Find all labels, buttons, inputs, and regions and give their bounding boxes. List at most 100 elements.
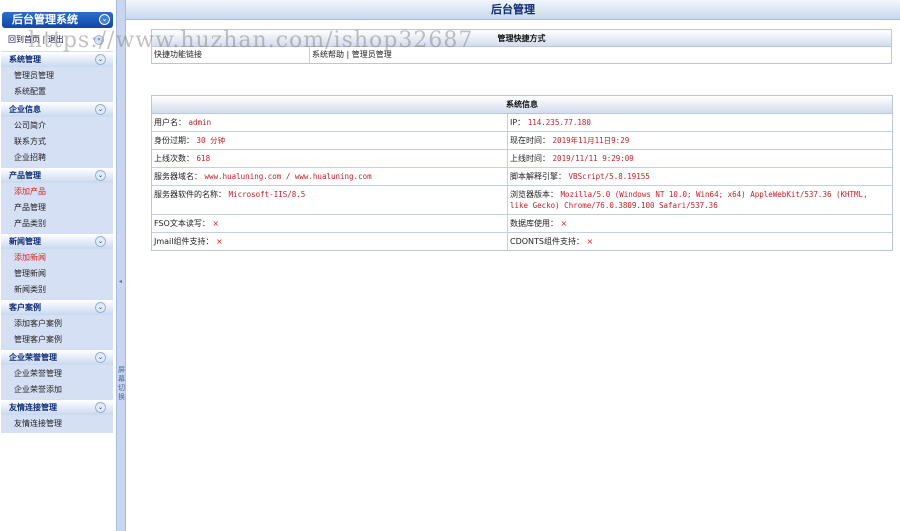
collapse-arrow-icon[interactable]: ◂: [119, 278, 122, 285]
info-value: 30 分钟: [196, 136, 226, 145]
cross-icon: ×: [560, 219, 568, 228]
info-cell: 上线时间： 2019/11/11 9:29:09: [508, 150, 892, 167]
sidebar-group-title[interactable]: 友情连接管理: [9, 403, 57, 412]
info-label: 脚本解释引擎：: [510, 172, 566, 181]
collapse-all-icon[interactable]: «: [94, 35, 104, 45]
sidebar-group-header[interactable]: 友情连接管理 ⌄: [1, 399, 113, 415]
sidebar-group-header[interactable]: 企业荣誉管理 ⌄: [1, 349, 113, 365]
chevron-down-icon[interactable]: ⌄: [95, 352, 106, 363]
quick-links-title: 管理快捷方式: [152, 30, 891, 47]
sidebar-group-header[interactable]: 系统管理 ⌄: [1, 51, 113, 67]
info-label: 服务器软件的名称：: [154, 190, 226, 199]
screen-toggle-label[interactable]: 屏幕切换: [118, 366, 126, 402]
sidebar-group-items: 公司简介 联系方式 企业招聘: [1, 117, 113, 167]
system-info-panel: 系统信息 用户名： admin IP： 114.235.77.180 身份过期： 3…: [151, 95, 893, 251]
home-logout-text[interactable]: 回到首页 | 退出: [8, 35, 64, 44]
sidebar-item[interactable]: 系统配置: [1, 84, 113, 100]
chevron-down-icon[interactable]: ⌄: [99, 14, 110, 25]
sidebar-item[interactable]: 企业荣誉管理: [1, 366, 113, 382]
sidebar-group: 友情连接管理 ⌄ 友情连接管理: [1, 399, 113, 433]
sidebar: 后台管理系统 ⌄ 回到首页 | 退出 « 系统管理 ⌄ 管理员管理 系统配置企业信息 ⌄…: [0, 0, 114, 531]
info-label: 上线次数：: [154, 154, 194, 163]
home-logout-link[interactable]: 回到首页 | 退出 «: [0, 29, 114, 51]
page-title: 后台管理: [126, 0, 900, 20]
info-cell: IP： 114.235.77.180: [508, 114, 892, 131]
sidebar-item[interactable]: 联系方式: [1, 134, 113, 150]
info-label: 上线时间：: [510, 154, 550, 163]
screen-toggle-bar[interactable]: ◂ 屏幕切换: [116, 0, 126, 531]
sidebar-item[interactable]: 添加新闻: [1, 250, 113, 266]
system-info-rows: 用户名： admin IP： 114.235.77.180 身份过期： 30 分钟 现…: [152, 114, 892, 250]
info-value: Mozilla/5.0 (Windows NT 10.0; Win64; x64…: [510, 190, 868, 210]
sidebar-group: 客户案例 ⌄ 添加客户案例 管理客户案例: [1, 299, 113, 349]
info-row: 服务器域名： www.hualuning.com / www.hualuning…: [152, 168, 892, 186]
app-title: 后台管理系统 ⌄: [2, 12, 113, 28]
sidebar-item[interactable]: 产品管理: [1, 200, 113, 216]
chevron-down-icon[interactable]: ⌄: [95, 54, 106, 65]
sidebar-group-title[interactable]: 企业信息: [9, 105, 41, 114]
main-content: 后台管理 管理快捷方式 快捷功能链接 系统帮助 | 管理员管理 系统信息 用户名…: [126, 0, 900, 531]
sidebar-group-items: 添加产品 产品管理 产品类别: [1, 183, 113, 233]
sidebar-group: 新闻管理 ⌄ 添加新闻 管理新闻 新闻类别: [1, 233, 113, 299]
sidebar-group-title[interactable]: 新闻管理: [9, 237, 41, 246]
chevron-down-icon[interactable]: ⌄: [95, 170, 106, 181]
info-cell: FSO文本读写： ×: [152, 215, 508, 232]
info-cell: 数据库使用： ×: [508, 215, 892, 232]
sidebar-item[interactable]: 管理员管理: [1, 68, 113, 84]
sidebar-item[interactable]: 添加客户案例: [1, 316, 113, 332]
sidebar-group-header[interactable]: 新闻管理 ⌄: [1, 233, 113, 249]
info-value: 2019/11/11 9:29:09: [552, 154, 634, 163]
info-label: 用户名：: [154, 118, 186, 127]
info-label: FSO文本读写：: [154, 219, 210, 228]
info-row: 服务器软件的名称： Microsoft-IIS/8.5 浏览器版本： Mozill…: [152, 186, 892, 215]
chevron-down-icon[interactable]: ⌄: [95, 104, 106, 115]
info-row: 身份过期： 30 分钟 现在时间： 2019年11月11日9:29: [152, 132, 892, 150]
chevron-down-icon[interactable]: ⌄: [95, 402, 106, 413]
sidebar-group-header[interactable]: 企业信息 ⌄: [1, 101, 113, 117]
sidebar-item[interactable]: 友情连接管理: [1, 416, 113, 432]
info-value: VBScript/5.8.19155: [568, 172, 650, 181]
sidebar-group-title[interactable]: 系统管理: [9, 55, 41, 64]
info-cell: 浏览器版本： Mozilla/5.0 (Windows NT 10.0; Win…: [508, 186, 892, 214]
info-label: 数据库使用：: [510, 219, 558, 228]
sidebar-item[interactable]: 产品类别: [1, 216, 113, 232]
sidebar-group-title[interactable]: 企业荣誉管理: [9, 353, 57, 362]
chevron-down-icon[interactable]: ⌄: [95, 236, 106, 247]
info-row: FSO文本读写： × 数据库使用： ×: [152, 215, 892, 233]
sidebar-item[interactable]: 添加产品: [1, 184, 113, 200]
sidebar-item[interactable]: 企业荣誉添加: [1, 382, 113, 398]
info-value: Microsoft-IIS/8.5: [228, 190, 306, 199]
cross-icon: ×: [586, 237, 594, 246]
sidebar-group: 企业信息 ⌄ 公司简介 联系方式 企业招聘: [1, 101, 113, 167]
sidebar-item[interactable]: 新闻类别: [1, 282, 113, 298]
sidebar-group-header[interactable]: 产品管理 ⌄: [1, 167, 113, 183]
sidebar-item[interactable]: 管理客户案例: [1, 332, 113, 348]
sidebar-item[interactable]: 企业招聘: [1, 150, 113, 166]
info-label: 服务器域名：: [154, 172, 202, 181]
sidebar-group-title[interactable]: 客户案例: [9, 303, 41, 312]
sidebar-groups: 系统管理 ⌄ 管理员管理 系统配置企业信息 ⌄ 公司简介 联系方式 企业招聘产品管理 ⌄ 添加产品…: [0, 51, 114, 433]
sidebar-group-title[interactable]: 产品管理: [9, 171, 41, 180]
sidebar-group-items: 添加新闻 管理新闻 新闻类别: [1, 249, 113, 299]
info-cell: 现在时间： 2019年11月11日9:29: [508, 132, 892, 149]
info-cell: CDONTS组件支持： ×: [508, 233, 892, 250]
info-cell: 脚本解释引擎： VBScript/5.8.19155: [508, 168, 892, 185]
info-cell: 用户名： admin: [152, 114, 508, 131]
quick-links[interactable]: 系统帮助 | 管理员管理: [310, 47, 891, 63]
info-label: 身份过期：: [154, 136, 194, 145]
info-cell: Jmail组件支持： ×: [152, 233, 508, 250]
sidebar-item[interactable]: 管理新闻: [1, 266, 113, 282]
sidebar-group-items: 友情连接管理: [1, 415, 113, 433]
quick-links-panel: 管理快捷方式 快捷功能链接 系统帮助 | 管理员管理: [151, 29, 892, 64]
info-cell: 服务器域名： www.hualuning.com / www.hualuning…: [152, 168, 508, 185]
sidebar-group-header[interactable]: 客户案例 ⌄: [1, 299, 113, 315]
app-title-text: 后台管理系统: [12, 13, 78, 26]
quick-links-row: 快捷功能链接 系统帮助 | 管理员管理: [152, 47, 891, 63]
sidebar-item[interactable]: 公司简介: [1, 118, 113, 134]
sidebar-group-items: 添加客户案例 管理客户案例: [1, 315, 113, 349]
info-value: 618: [196, 154, 211, 163]
chevron-down-icon[interactable]: ⌄: [95, 302, 106, 313]
info-value: 114.235.77.180: [527, 118, 591, 127]
info-label: Jmail组件支持：: [154, 237, 214, 246]
sidebar-header: 后台管理系统 ⌄: [0, 0, 114, 29]
